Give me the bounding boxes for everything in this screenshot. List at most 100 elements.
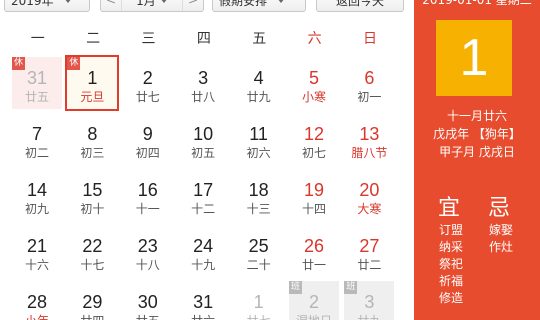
day-cell[interactable]: 24 十九 xyxy=(178,225,228,277)
day-cell[interactable]: 2 廿七 xyxy=(123,57,173,109)
day-number: 29 xyxy=(82,292,103,312)
day-number: 16 xyxy=(137,180,158,200)
day-cell[interactable]: 17 十二 xyxy=(178,169,228,221)
day-cell[interactable]: 13 腊八节 xyxy=(344,113,394,165)
lunar-day-label: 十二 xyxy=(191,202,216,216)
day-number: 2 xyxy=(308,292,319,312)
day-cell[interactable]: 9 初四 xyxy=(123,113,173,165)
day-cell[interactable]: 8 初三 xyxy=(67,113,117,165)
lunar-day-label: 廿七 xyxy=(234,313,284,320)
day-cell[interactable]: 31廿六 xyxy=(178,281,228,320)
day-cell[interactable]: 休 31 廿五 xyxy=(12,57,62,109)
day-cell[interactable]: 4 廿九 xyxy=(234,57,284,109)
prev-month-button[interactable]: < xyxy=(101,0,121,11)
day-number: 6 xyxy=(364,68,375,88)
day-cell[interactable]: 班2湿地日 xyxy=(289,281,339,320)
day-cell[interactable]: 11 初六 xyxy=(234,113,284,165)
day-cell[interactable]: 26 廿一 xyxy=(289,225,339,277)
weekday-label: 二 xyxy=(86,31,101,47)
lunar-day-label: 初十 xyxy=(80,202,105,216)
lunar-day-label: 廿五 xyxy=(123,313,173,320)
day-cell[interactable]: 28小年 xyxy=(12,281,62,320)
day-cell[interactable]: 22 十七 xyxy=(67,225,117,277)
day-number: 21 xyxy=(26,236,48,256)
day-cell[interactable]: 27 廿二 xyxy=(344,225,394,277)
lunar-day-label: 十九 xyxy=(191,258,216,272)
day-cell[interactable]: 1廿七 xyxy=(234,281,284,320)
lunar-info: 十一月廿六 戊戌年 【狗年】 甲子月 戊戌日 xyxy=(414,107,540,161)
weekday-label: 三 xyxy=(141,31,156,47)
day-number: 13 xyxy=(359,124,380,144)
holiday-select[interactable]: 假期安排 xyxy=(212,0,306,12)
lunar-day-label: 十八 xyxy=(135,258,160,272)
suitable-list: 订盟 纳采 祭祀 祈福 修造 xyxy=(433,222,469,307)
lunar-day-label: 十七 xyxy=(80,258,105,272)
next-month-button[interactable]: > xyxy=(183,0,203,11)
lunar-day-label: 二十 xyxy=(246,258,271,272)
day-cell[interactable]: 7 初二 xyxy=(12,113,62,165)
lunar-month-day-info: 甲子月 戊戌日 xyxy=(439,145,515,159)
month-select[interactable]: 1月 xyxy=(121,0,183,11)
lunar-day-label: 廿七 xyxy=(135,90,160,104)
day-cell[interactable]: 19 十四 xyxy=(289,169,339,221)
holiday-badge: 休 xyxy=(12,57,25,70)
day-number: 2 xyxy=(142,68,153,88)
day-cell[interactable]: 6 初一 xyxy=(344,57,394,109)
day-number: 27 xyxy=(359,236,380,256)
lunar-day-label: 初二 xyxy=(24,146,49,160)
lunar-day-label: 腊八节 xyxy=(351,146,388,160)
day-number: 28 xyxy=(26,292,48,312)
day-cell[interactable]: 5 小寒 xyxy=(289,57,339,109)
lunar-date: 十一月廿六 xyxy=(446,109,507,123)
day-number: 11 xyxy=(249,124,268,144)
day-cell[interactable]: 16 十一 xyxy=(123,169,173,221)
day-cell[interactable]: 休 1 元旦 xyxy=(65,55,120,111)
day-cell[interactable]: 18 十三 xyxy=(234,169,284,221)
day-number: 30 xyxy=(137,292,158,312)
day-cell[interactable]: 12 初七 xyxy=(289,113,339,165)
suitable-item: 祈福 xyxy=(438,274,463,288)
chevron-down-icon xyxy=(63,0,72,3)
day-number: 7 xyxy=(31,124,42,144)
day-cell[interactable]: 20 大寒 xyxy=(344,169,394,221)
day-cell[interactable]: 14 初九 xyxy=(12,169,62,221)
day-cell[interactable]: 21 十六 xyxy=(12,225,62,277)
weekday-header: 一 二 三 四 五 六 日 xyxy=(10,28,408,50)
lunar-day-label: 元旦 xyxy=(80,90,105,104)
weekday-label: 四 xyxy=(196,31,211,47)
lunar-day-label: 初九 xyxy=(24,202,49,216)
workday-badge: 班 xyxy=(289,281,302,294)
year-select[interactable]: 2019年 xyxy=(4,0,90,12)
day-cell[interactable]: 30廿五 xyxy=(123,281,173,320)
lunar-day-label: 十六 xyxy=(24,258,49,272)
avoid-list: 嫁娶 作灶 xyxy=(483,222,519,256)
lunar-day-label: 初五 xyxy=(191,146,216,160)
day-number: 14 xyxy=(26,180,48,200)
day-number: 5 xyxy=(308,68,319,88)
day-cell[interactable]: 3 廿八 xyxy=(178,57,228,109)
lunar-day-label: 湿地日 xyxy=(289,313,339,320)
suitable-item: 祭祀 xyxy=(438,257,463,271)
lunar-day-label: 廿九 xyxy=(344,313,394,320)
lunar-day-label: 十三 xyxy=(246,202,271,216)
today-label: 返回今天 xyxy=(335,0,384,8)
calendar-toolbar: 2019年 < 1月 > 假期安排 返回今天 xyxy=(0,0,408,14)
lunar-day-label: 初四 xyxy=(135,146,160,160)
chevron-down-icon xyxy=(159,0,168,3)
lunar-year-info: 戊戌年 【狗年】 xyxy=(433,127,521,141)
day-cell[interactable]: 班3廿九 xyxy=(344,281,395,320)
day-cell[interactable]: 10 初五 xyxy=(178,113,228,165)
lunar-day-label: 廿九 xyxy=(246,90,271,104)
lunar-day-label: 大寒 xyxy=(357,202,382,216)
back-to-today-button[interactable]: 返回今天 xyxy=(316,0,404,12)
day-number: 3 xyxy=(364,292,375,312)
day-cell[interactable]: 25 二十 xyxy=(234,225,284,277)
day-cell[interactable]: 23 十八 xyxy=(123,225,173,277)
avoid-item: 嫁娶 xyxy=(488,223,513,237)
day-cell[interactable]: 15 初十 xyxy=(67,169,117,221)
lunar-day-label: 初一 xyxy=(357,90,382,104)
day-number: 12 xyxy=(303,124,325,144)
day-number: 25 xyxy=(248,236,269,256)
day-number: 1 xyxy=(253,292,264,312)
day-cell[interactable]: 29廿四 xyxy=(67,281,117,320)
